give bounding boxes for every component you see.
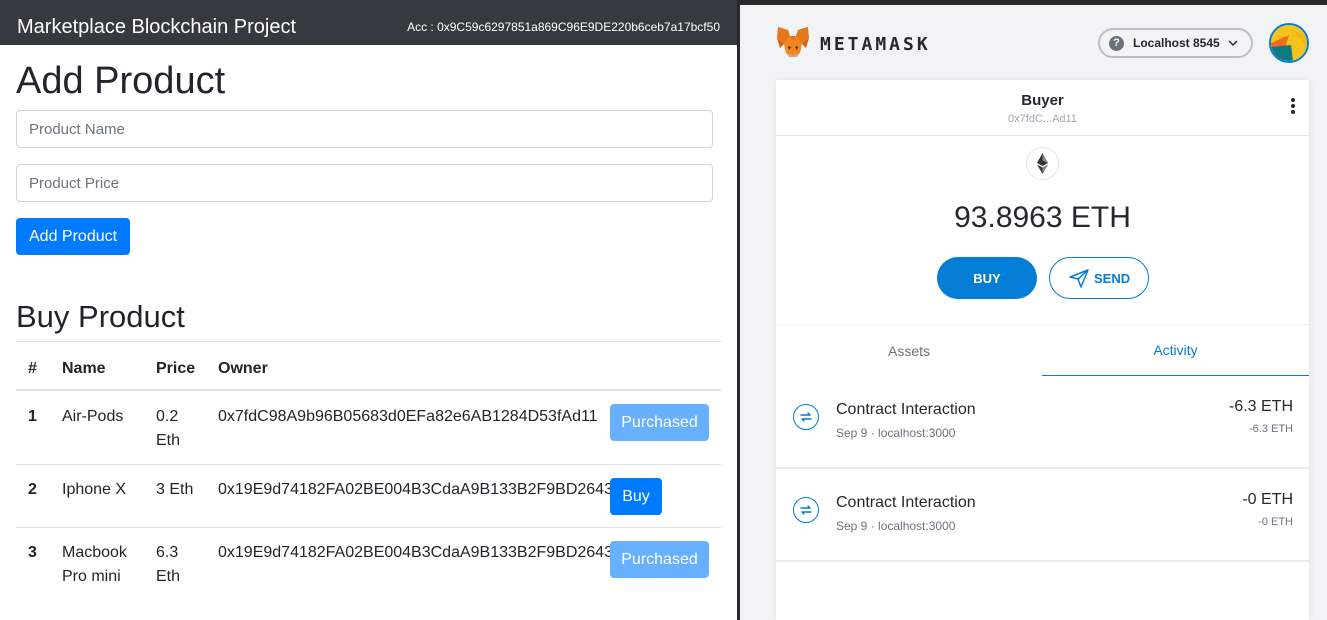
activity-amount-secondary: -6.3 ETH — [1248, 423, 1293, 435]
row-price-unit: Eth — [156, 432, 181, 449]
row-divider — [16, 527, 721, 528]
navbar: Marketplace Blockchain Project Acc : 0x9… — [0, 0, 737, 45]
purchased-button[interactable]: Purchased — [610, 541, 709, 578]
row-owner: 0x19E9d74182FA02BE004B3CdaA9B133B2F9BD26… — [218, 481, 613, 498]
activity-title: Contract Interaction — [836, 401, 976, 418]
col-header-number: # — [28, 360, 37, 377]
activity-amount: -0 ETH — [1242, 491, 1293, 508]
row-name: Macbook — [62, 544, 127, 561]
col-header-owner: Owner — [218, 360, 268, 377]
row-owner: 0x7fdC98A9b96B05683d0EFa82e6AB1284D53fAd… — [218, 408, 598, 425]
network-help-icon: ? — [1109, 36, 1124, 51]
account-short-address[interactable]: 0x7fdC...Ad11 — [776, 113, 1309, 125]
purchased-button[interactable]: Purchased — [610, 404, 709, 441]
row-name-line2: Pro mini — [62, 568, 121, 585]
row-id: 2 — [28, 481, 37, 498]
send-button[interactable]: SEND — [1049, 257, 1149, 299]
chevron-down-icon — [1227, 36, 1239, 54]
row-id: 3 — [28, 544, 37, 561]
row-owner: 0x19E9d74182FA02BE004B3CdaA9B133B2F9BD26… — [218, 544, 613, 561]
row-name: Iphone X — [62, 481, 127, 498]
row-price-unit: Eth — [156, 568, 181, 585]
col-header-price: Price — [156, 360, 196, 377]
dapp-window: Marketplace Blockchain Project Acc : 0x9… — [0, 0, 737, 620]
account-name[interactable]: Buyer — [776, 92, 1309, 109]
send-arrow-icon — [1069, 269, 1089, 291]
activity-title: Contract Interaction — [836, 494, 976, 511]
contract-interaction-icon — [793, 497, 819, 523]
product-name-input[interactable] — [16, 110, 713, 148]
product-price-input[interactable] — [16, 164, 713, 202]
activity-subtitle: Sep 9 · localhost:3000 — [836, 519, 956, 533]
network-selector[interactable]: ? Localhost 8545 — [1098, 28, 1253, 58]
row-name: Air-Pods — [62, 408, 124, 425]
account-options-icon[interactable] — [1291, 98, 1295, 119]
popup-top-edge — [740, 0, 1327, 5]
activity-amount-secondary: -0 ETH — [1258, 516, 1293, 528]
account-address: Acc : 0x9C59c6297851a869C96E9DE220b6ceb7… — [407, 20, 720, 34]
send-label: SEND — [1094, 271, 1131, 286]
add-product-heading: Add Product — [16, 60, 226, 102]
row-price: 0.2 — [156, 408, 179, 425]
wallet-card: Buyer 0x7fdC...Ad11 93.8963 ETH BUY SEND… — [776, 80, 1309, 620]
wallet-tabs: Assets Activity — [776, 324, 1309, 377]
metamask-popup: METAMASK ? Localhost 8545 Buyer 0x7fdC..… — [740, 0, 1327, 620]
buy-button[interactable]: Buy — [610, 478, 662, 515]
row-price: 3 Eth — [156, 481, 194, 498]
eth-logo-icon — [1026, 147, 1059, 180]
activity-amount: -6.3 ETH — [1228, 398, 1293, 415]
activity-item[interactable]: Contract Interaction Sep 9 · localhost:3… — [776, 469, 1309, 562]
activity-item[interactable]: Contract Interaction Sep 9 · localhost:3… — [776, 376, 1309, 469]
tab-activity[interactable]: Activity — [1042, 325, 1309, 377]
activity-subtitle: Sep 9 · localhost:3000 — [836, 426, 956, 440]
network-label: Localhost 8545 — [1133, 36, 1220, 50]
navbar-brand[interactable]: Marketplace Blockchain Project — [17, 14, 296, 40]
row-id: 1 — [28, 408, 37, 425]
metamask-wordmark: METAMASK — [820, 34, 931, 55]
add-product-button[interactable]: Add Product — [16, 218, 131, 255]
col-header-name: Name — [62, 360, 106, 377]
table-header-rule — [16, 389, 721, 391]
eth-balance: 93.8963 ETH — [954, 201, 1131, 234]
row-divider — [16, 464, 721, 465]
contract-interaction-icon — [793, 404, 819, 430]
account-bar: Buyer 0x7fdC...Ad11 — [776, 80, 1309, 136]
buy-eth-button[interactable]: BUY — [937, 257, 1037, 299]
tab-assets[interactable]: Assets — [776, 325, 1042, 377]
buy-product-heading: Buy Product — [16, 299, 185, 334]
table-top-rule — [16, 341, 721, 342]
account-avatar[interactable] — [1269, 23, 1309, 63]
metamask-fox-icon[interactable] — [776, 26, 810, 63]
row-price: 6.3 — [156, 544, 179, 561]
